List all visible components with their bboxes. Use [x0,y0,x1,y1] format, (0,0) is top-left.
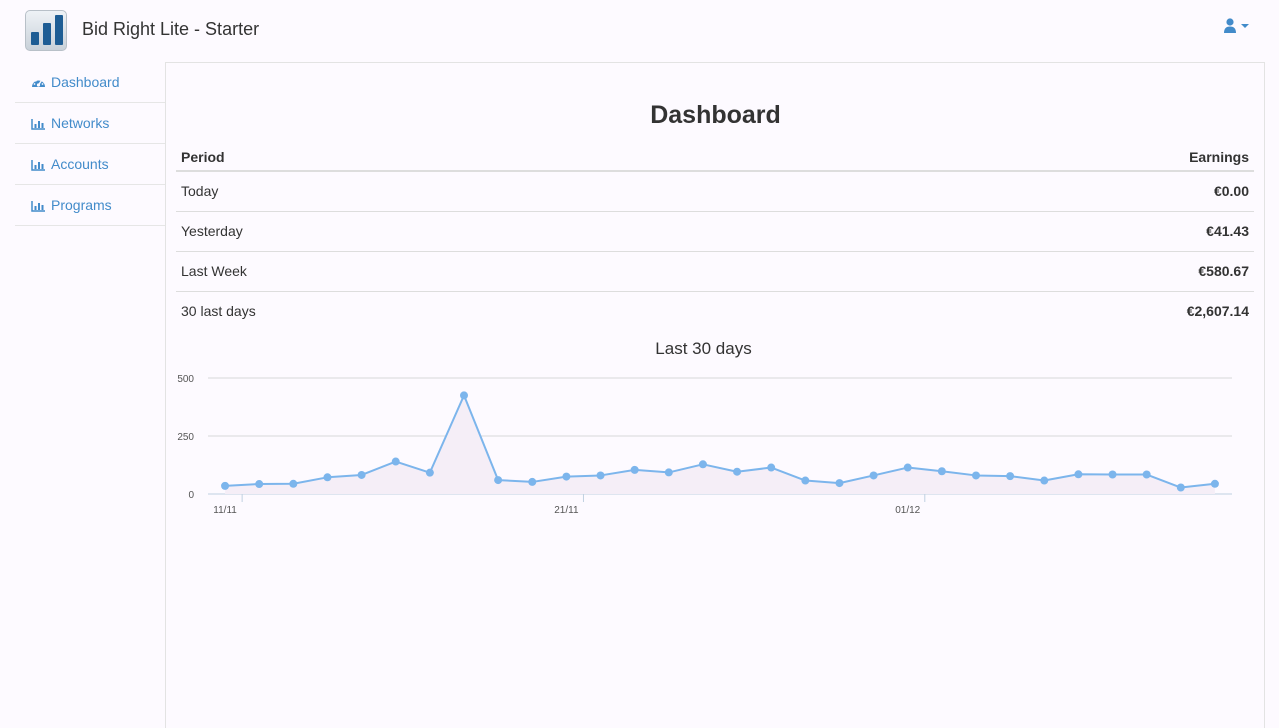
data-point [869,471,878,480]
data-point [630,465,639,474]
sidebar: Dashboard Networks Accounts Programs [15,62,166,728]
sidebar-item-label: Accounts [51,156,109,172]
data-point [1074,470,1083,479]
user-menu-dropdown[interactable] [1222,17,1254,35]
bar-chart-icon [31,201,45,212]
table-row: Today €0.00 [176,171,1254,212]
data-point [1176,483,1185,492]
data-point [528,477,537,486]
sidebar-item-accounts[interactable]: Accounts [15,144,165,185]
tachometer-icon [32,78,45,87]
top-navbar: Bid Right Lite - Starter [0,0,1279,62]
y-tick-label: 0 [188,490,194,501]
data-point [255,480,264,489]
earnings-table: Period Earnings Today €0.00 Yesterday €4… [176,143,1254,331]
table-row: Last Week €580.67 [176,251,1254,292]
data-point [289,479,298,488]
table-row: 30 last days €2,607.14 [176,291,1254,331]
y-tick-label: 500 [177,374,194,385]
period-cell: Last Week [176,251,758,292]
series-area [225,395,1215,494]
table-row: Yesterday €41.43 [176,211,1254,252]
data-point [494,476,503,485]
data-point [357,470,366,479]
data-point [972,471,980,480]
data-point [903,463,912,472]
x-tick-label: 01/12 [895,505,920,516]
x-tick-label: 11/11 [213,505,237,516]
column-header-period: Period [176,143,758,172]
data-point [391,457,400,466]
data-point [425,468,434,477]
data-point [460,391,468,400]
main-panel: Dashboard Period Earnings Today €0.00 Ye… [166,62,1265,728]
column-header-earnings: Earnings [757,143,1254,172]
sidebar-item-programs[interactable]: Programs [15,185,165,226]
x-tick-label: 21/11 [554,505,579,516]
earnings-line-chart: 0 250 500 11/11 21/11 01/12 [177,374,1232,516]
data-point [801,476,810,485]
bar-chart-icon [31,160,45,171]
earnings-cell: €2,607.14 [1186,303,1249,320]
earnings-cell: €0.00 [757,171,1254,212]
period-cell: Yesterday [176,211,758,252]
sidebar-item-label: Networks [51,115,110,131]
sidebar-item-label: Dashboard [51,74,120,90]
period-cell: 30 last days [181,303,256,320]
data-point [1108,470,1117,479]
user-icon [1224,18,1249,33]
sidebar-item-label: Programs [51,197,112,213]
data-point [835,479,844,488]
earnings-cell: €41.43 [757,211,1254,252]
bar-chart-icon [31,119,45,130]
app-logo[interactable] [25,10,67,51]
chart-title: Last 30 days [655,339,752,358]
table-header-row: Period Earnings [176,143,1254,172]
period-cell: Today [176,171,758,212]
page-title: Dashboard [650,101,781,129]
data-point [937,467,946,476]
data-point [767,463,776,472]
data-point [698,460,707,469]
earnings-cell: €580.67 [757,251,1254,292]
sidebar-item-dashboard[interactable]: Dashboard [15,62,165,103]
data-point [1210,479,1219,488]
data-point [323,473,332,482]
caret-down-icon [1241,24,1249,28]
data-point [733,467,742,476]
data-point [221,481,230,490]
data-point [596,471,605,480]
data-point [1142,470,1151,479]
app-title[interactable]: Bid Right Lite - Starter [82,19,259,40]
y-tick-label: 250 [177,432,194,443]
data-point [664,468,673,477]
data-point [562,472,571,481]
data-point [1040,476,1049,485]
data-point [1006,472,1015,481]
sidebar-item-networks[interactable]: Networks [15,103,165,144]
